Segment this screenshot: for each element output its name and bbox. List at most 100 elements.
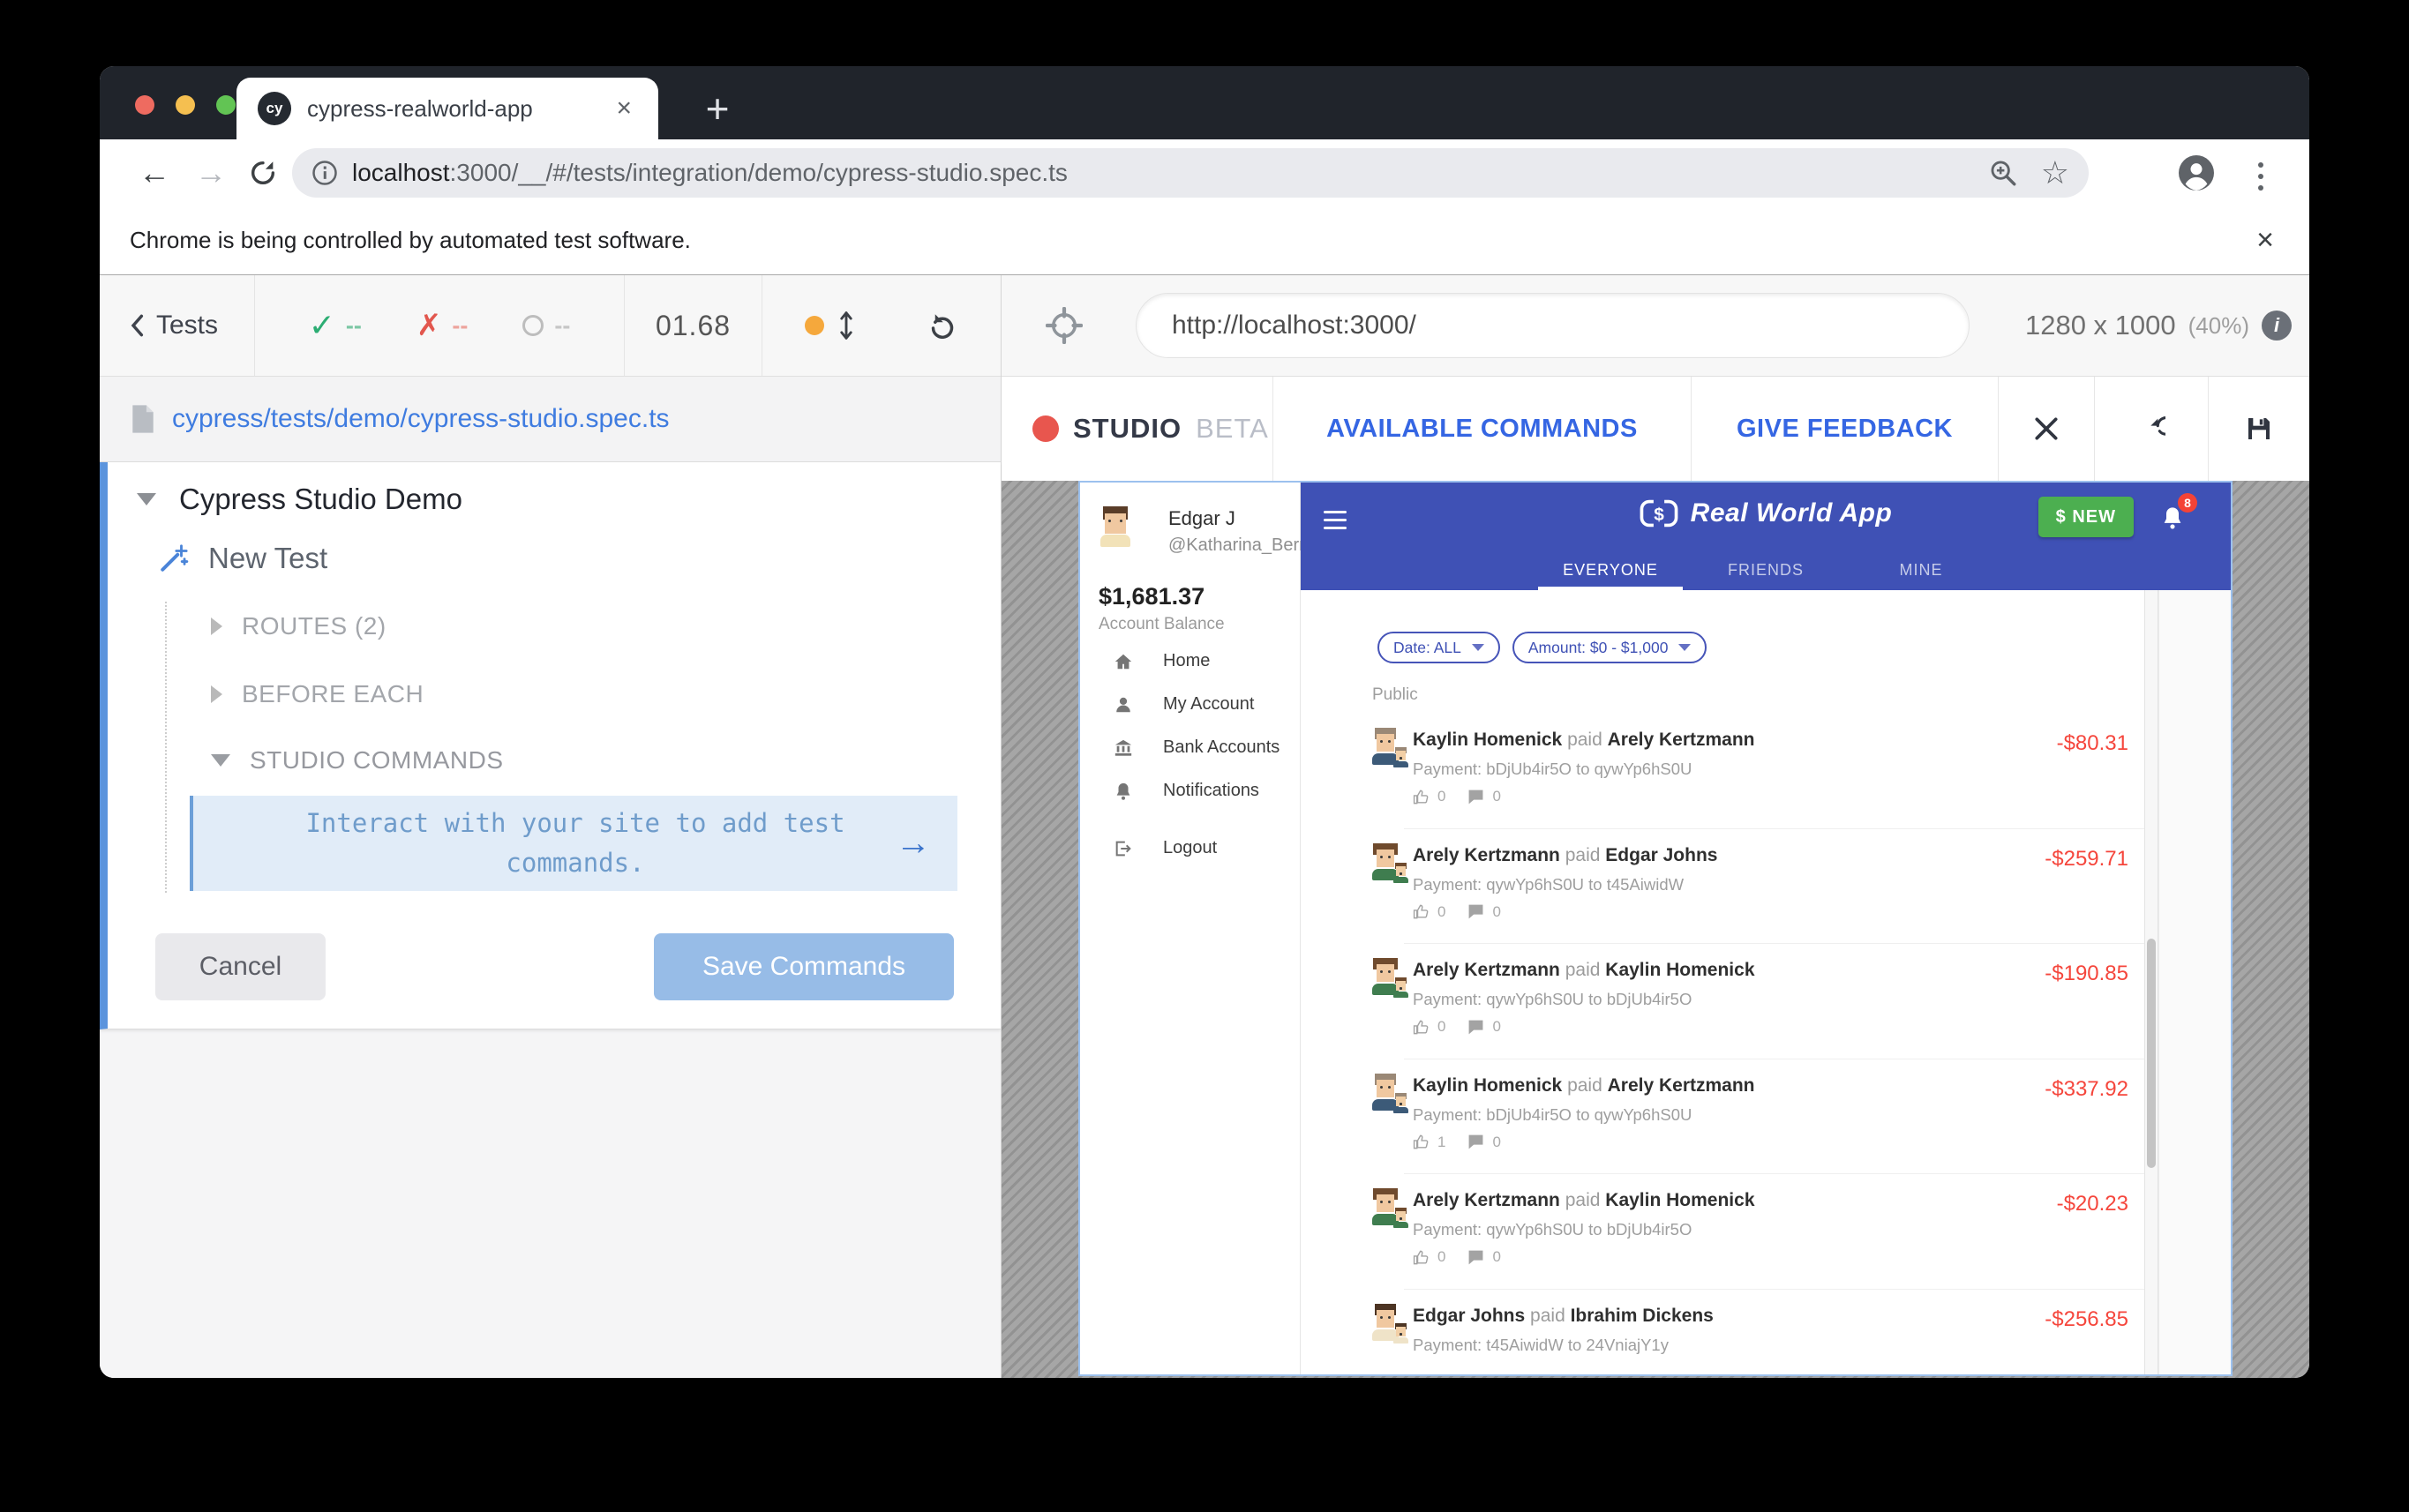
transaction-row[interactable]: Kaylin Homenick paid Arely Kertzmann Pay… — [1302, 714, 2144, 829]
new-transaction-button[interactable]: $ NEW — [2038, 497, 2134, 537]
sidebar-item-logout[interactable]: Logout — [1080, 827, 1300, 870]
studio-save-button[interactable] — [2209, 377, 2309, 481]
like-icon[interactable] — [1413, 1019, 1430, 1036]
user-name: Edgar J — [1168, 507, 1235, 530]
transaction-title: Arely Kertzmann paid Kaylin Homenick — [1413, 1190, 1755, 1211]
feed-visibility-label: Public — [1372, 685, 1418, 705]
studio-commands-section-label[interactable]: STUDIO COMMANDS — [250, 746, 504, 775]
browser-window: cy cypress-realworld-app × + ← → localho… — [100, 66, 2309, 1378]
rwa-appbar: $ Real World App $ NEW 8 EVERYONE — [1301, 483, 2231, 590]
studio-toolbar: STUDIO BETA AVAILABLE COMMANDS GIVE FEED… — [1002, 377, 2309, 481]
bookmark-star-icon[interactable]: ☆ — [2041, 157, 2069, 189]
tab-everyone[interactable]: EVERYONE — [1533, 550, 1688, 590]
transaction-row[interactable]: Edgar Johns paid Ibrahim Dickens Payment… — [1302, 1290, 2144, 1375]
passed-count: -- — [346, 312, 362, 340]
comment-icon[interactable] — [1467, 1249, 1484, 1266]
traffic-light-minimize[interactable] — [176, 95, 195, 115]
back-to-tests-button[interactable]: Tests — [100, 275, 255, 376]
tab-close-icon[interactable]: × — [611, 94, 637, 124]
auto-scroll-toggle[interactable] — [805, 311, 856, 341]
like-count: 1 — [1437, 1134, 1445, 1151]
bell-icon — [1114, 782, 1133, 801]
suite-collapse-caret-icon[interactable] — [137, 493, 156, 505]
viewport-info: 1280 x 1000 (40%) i — [2025, 310, 2292, 341]
chrome-menu-icon[interactable] — [2255, 159, 2267, 194]
transaction-title: Arely Kertzmann paid Kaylin Homenick — [1413, 960, 1755, 981]
test-title[interactable]: New Test — [208, 542, 327, 575]
transaction-row[interactable]: Arely Kertzmann paid Kaylin Homenick Pay… — [1302, 944, 2144, 1059]
transaction-row[interactable]: Arely Kertzmann paid Edgar Johns Payment… — [1302, 829, 2144, 945]
receiver-avatar — [1392, 977, 1409, 998]
studio-commands-caret-icon[interactable] — [211, 754, 230, 767]
chevron-down-icon — [1472, 644, 1484, 651]
transaction-row[interactable]: Arely Kertzmann paid Kaylin Homenick Pay… — [1302, 1174, 2144, 1290]
give-feedback-link[interactable]: GIVE FEEDBACK — [1692, 377, 1999, 481]
address-bar[interactable]: localhost:3000/__/#/tests/integration/de… — [292, 148, 2089, 198]
browser-tab[interactable]: cy cypress-realworld-app × — [236, 78, 658, 139]
profile-avatar-icon[interactable] — [2179, 155, 2214, 191]
sidebar-item-home[interactable]: Home — [1080, 640, 1300, 683]
chrome-toolbar: ← → localhost:3000/__/#/tests/integratio… — [100, 139, 2309, 206]
list-scrollbar-thumb[interactable] — [2147, 939, 2156, 1168]
page-info-icon[interactable] — [311, 160, 338, 186]
sidebar-item-bank-accounts[interactable]: Bank Accounts — [1080, 726, 1300, 769]
notifications-button[interactable]: 8 — [2157, 500, 2192, 535]
restart-tests-icon[interactable] — [927, 310, 958, 341]
suite-title[interactable]: Cypress Studio Demo — [179, 483, 462, 516]
reload-icon[interactable] — [248, 158, 278, 188]
like-icon[interactable] — [1413, 789, 1430, 805]
comment-icon[interactable] — [1467, 1134, 1484, 1150]
routes-expand-caret-icon[interactable] — [211, 618, 222, 635]
receiver-avatar — [1392, 863, 1409, 883]
before-each-expand-caret-icon[interactable] — [211, 685, 222, 703]
list-scrollbar[interactable] — [2144, 590, 2158, 1374]
traffic-light-zoom[interactable] — [216, 95, 236, 115]
like-icon[interactable] — [1413, 1249, 1430, 1266]
routes-section-label[interactable]: ROUTES (2) — [242, 612, 386, 640]
transaction-title: Kaylin Homenick paid Arely Kertzmann — [1413, 1075, 1755, 1097]
svg-text:$: $ — [1654, 505, 1664, 525]
feed-tabs: EVERYONE FRIENDS MINE — [1301, 550, 2231, 590]
hint-arrow-icon: → — [896, 824, 931, 864]
person-icon — [1114, 695, 1133, 715]
available-commands-link[interactable]: AVAILABLE COMMANDS — [1273, 377, 1692, 481]
reporter-controls — [762, 275, 1001, 376]
new-tab-button[interactable]: + — [689, 80, 746, 137]
amount-filter-chip[interactable]: Amount: $0 - $1,000 — [1512, 632, 1707, 663]
sender-avatar — [1370, 958, 1400, 995]
transaction-row[interactable]: Kaylin Homenick paid Arely Kertzmann Pay… — [1302, 1059, 2144, 1175]
sidebar-item-notifications[interactable]: Notifications — [1080, 769, 1300, 812]
cancel-button[interactable]: Cancel — [155, 933, 326, 1000]
comment-icon[interactable] — [1467, 1019, 1484, 1036]
sidebar-item-my-account[interactable]: My Account — [1080, 683, 1300, 726]
account-balance-label: Account Balance — [1099, 615, 1225, 634]
url-path: :3000/__/#/tests/integration/demo/cypres… — [450, 159, 1068, 186]
sender-avatar — [1370, 1074, 1400, 1111]
before-each-section-label[interactable]: BEFORE EACH — [242, 680, 424, 708]
comment-icon[interactable] — [1467, 903, 1484, 920]
forward-icon[interactable]: → — [195, 154, 227, 191]
rwa-content: Date: ALL Amount: $0 - $1,000 Public — [1302, 590, 2231, 1374]
transaction-list: Kaylin Homenick paid Arely Kertzmann Pay… — [1302, 714, 2144, 1374]
like-icon[interactable] — [1413, 1134, 1430, 1150]
tab-mine[interactable]: MINE — [1843, 550, 1999, 590]
selector-playground-icon[interactable] — [1046, 307, 1083, 344]
zoom-icon[interactable] — [1988, 158, 2018, 188]
banner-close-icon[interactable]: × — [2256, 223, 2274, 258]
app-url-input[interactable]: http://localhost:3000/ — [1136, 293, 1970, 358]
viewport-info-icon[interactable]: i — [2262, 311, 2292, 341]
studio-close-button[interactable] — [1999, 377, 2095, 481]
date-filter-chip[interactable]: Date: ALL — [1377, 632, 1500, 663]
page-scrollbar[interactable] — [2158, 590, 2231, 1374]
like-icon[interactable] — [1413, 903, 1430, 920]
url-host: localhost — [352, 159, 450, 186]
tab-friends[interactable]: FRIENDS — [1688, 550, 1843, 590]
traffic-light-close[interactable] — [135, 95, 154, 115]
spec-file-link[interactable]: cypress/tests/demo/cypress-studio.spec.t… — [172, 404, 670, 434]
comment-icon[interactable] — [1467, 789, 1484, 805]
studio-restart-button[interactable] — [2095, 377, 2209, 481]
save-commands-button[interactable]: Save Commands — [654, 933, 954, 1000]
spec-file-row: cypress/tests/demo/cypress-studio.spec.t… — [100, 377, 1001, 462]
back-icon[interactable]: ← — [139, 154, 170, 191]
account-balance: $1,681.37 — [1099, 583, 1204, 610]
